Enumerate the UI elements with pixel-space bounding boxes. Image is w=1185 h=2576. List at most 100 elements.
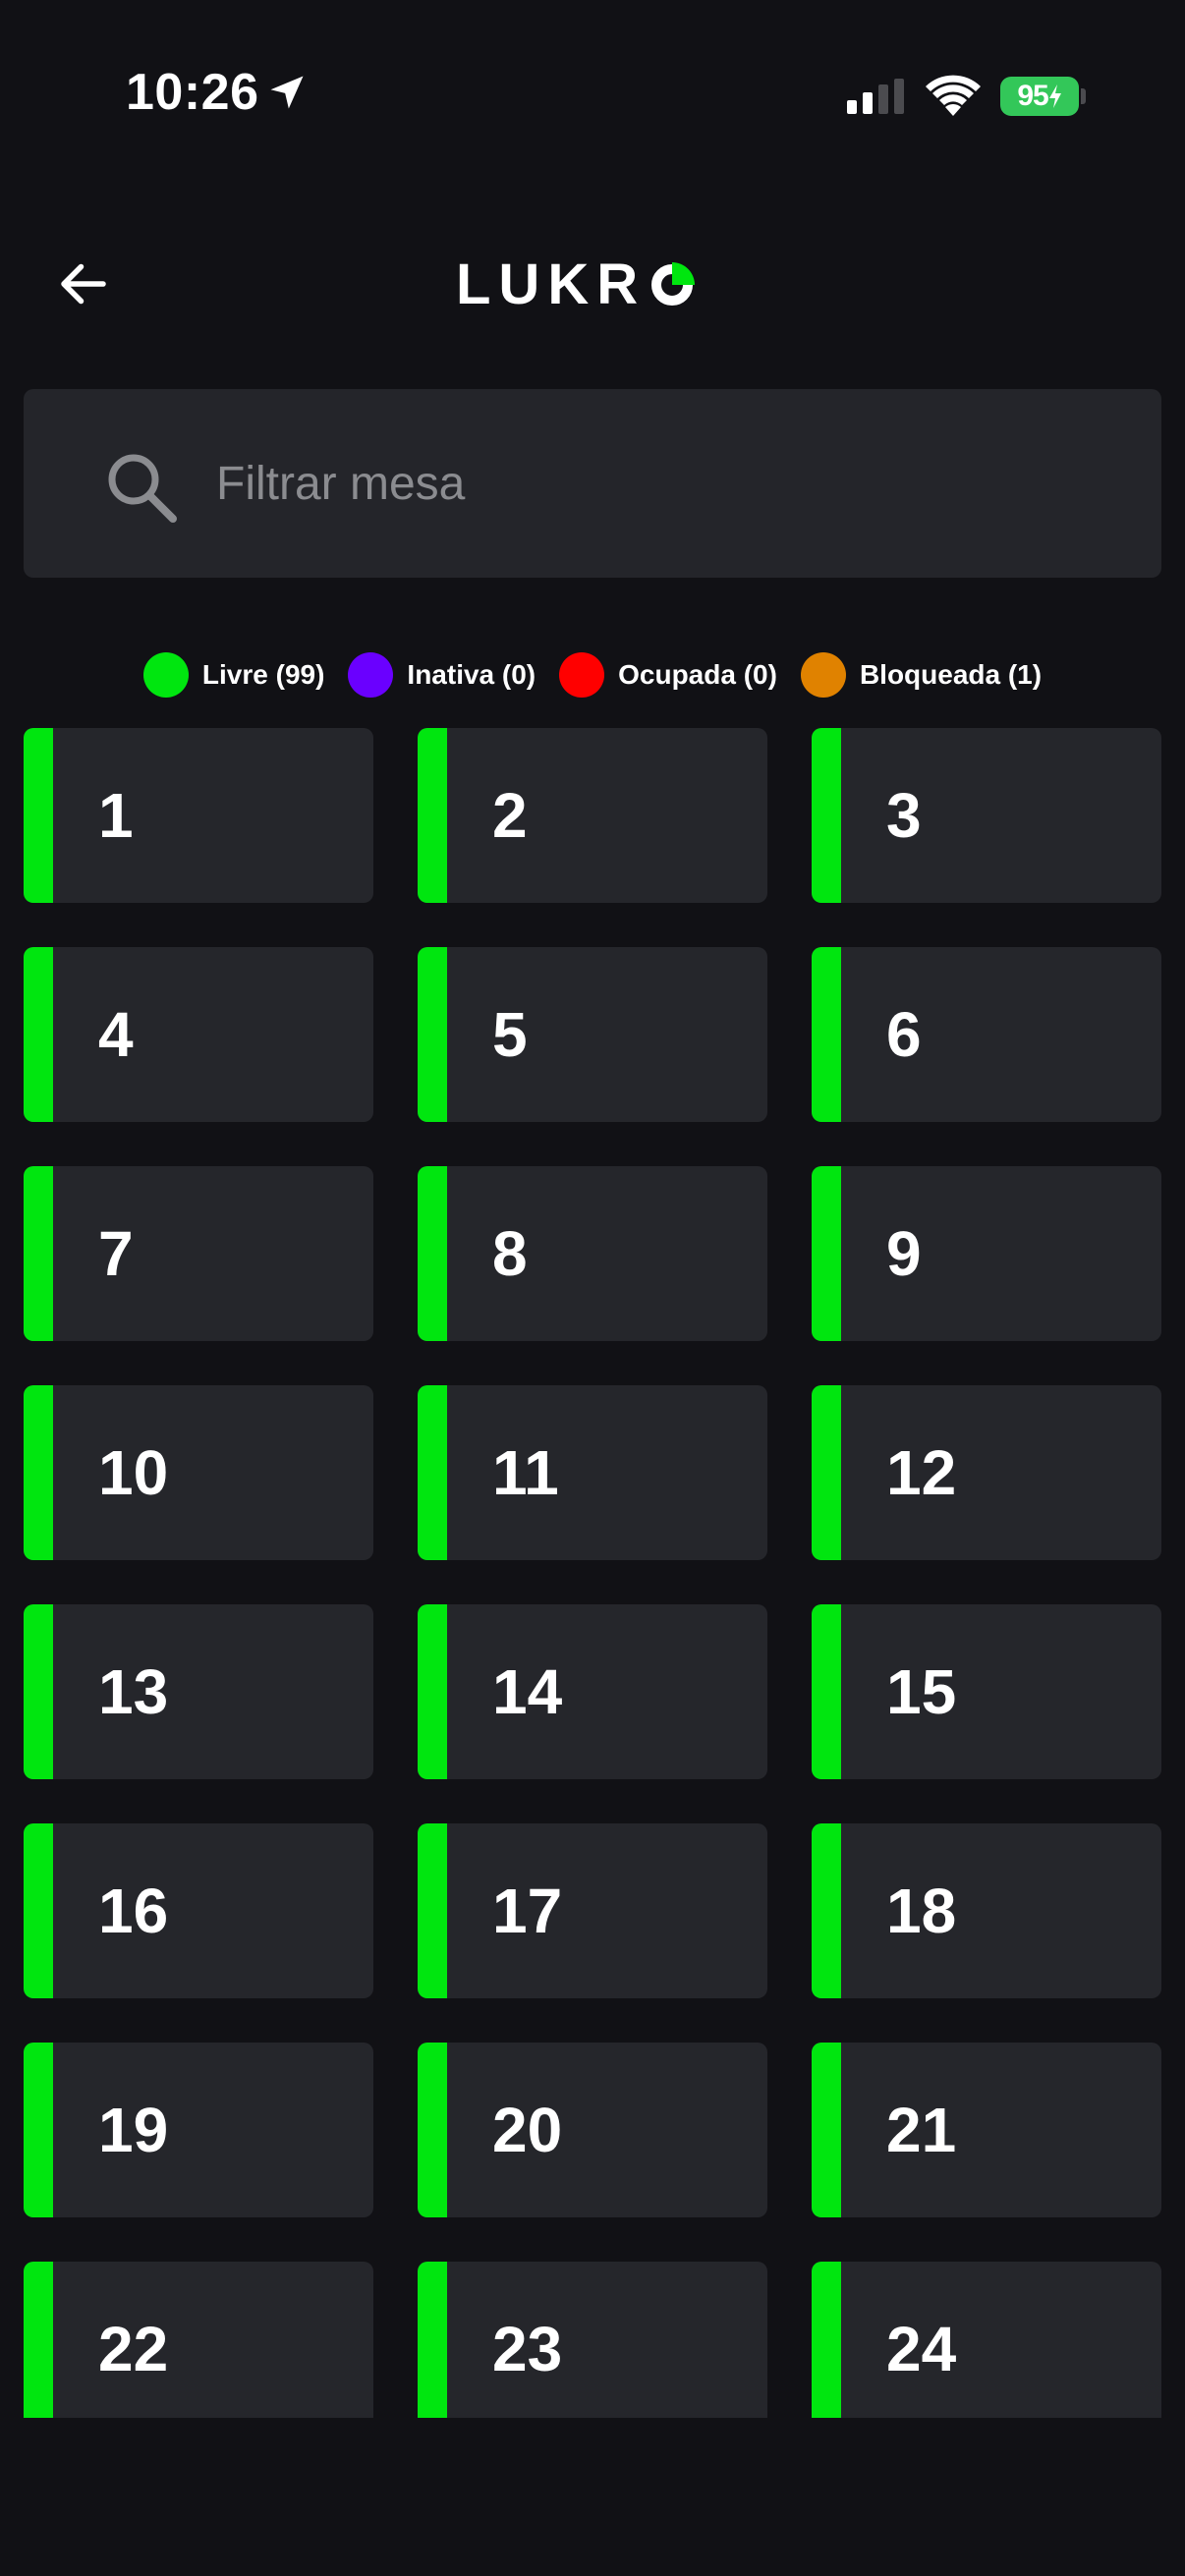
charging-bolt-icon bbox=[1048, 84, 1061, 108]
status-legend: Livre (99) Inativa (0) Ocupada (0) Bloqu… bbox=[0, 650, 1185, 700]
legend-item-inativa: Inativa (0) bbox=[348, 652, 536, 698]
status-indicator bbox=[812, 1823, 841, 1998]
status-indicator bbox=[24, 728, 53, 903]
table-number: 13 bbox=[98, 1656, 169, 1727]
status-indicator bbox=[24, 1823, 53, 1998]
table-card[interactable]: 2 bbox=[418, 728, 767, 903]
status-dot-ocupada bbox=[559, 652, 605, 698]
legend-label: Livre (99) bbox=[201, 659, 325, 690]
table-number: 4 bbox=[98, 999, 134, 1070]
location-arrow-icon bbox=[270, 76, 304, 109]
table-card[interactable]: 7 bbox=[24, 1166, 373, 1341]
table-card[interactable]: 15 bbox=[812, 1604, 1161, 1779]
status-indicator bbox=[812, 947, 841, 1122]
battery-cap bbox=[1081, 88, 1086, 104]
status-indicator bbox=[24, 1385, 53, 1560]
table-card[interactable]: 3 bbox=[812, 728, 1161, 903]
table-card[interactable]: 6 bbox=[812, 947, 1161, 1122]
status-indicator bbox=[24, 2043, 53, 2217]
status-indicator bbox=[812, 2043, 841, 2217]
table-number: 15 bbox=[886, 1656, 957, 1727]
table-number: 21 bbox=[886, 2095, 957, 2165]
table-number: 9 bbox=[886, 1218, 922, 1289]
table-number: 2 bbox=[492, 780, 528, 851]
back-button[interactable] bbox=[51, 252, 116, 316]
table-card[interactable]: 8 bbox=[418, 1166, 767, 1341]
battery-level: 95 bbox=[1017, 80, 1048, 112]
table-card[interactable]: 5 bbox=[418, 947, 767, 1122]
table-number: 11 bbox=[492, 1437, 559, 1508]
table-card[interactable]: 11 bbox=[418, 1385, 767, 1560]
search-bar[interactable] bbox=[24, 389, 1161, 578]
table-number: 1 bbox=[98, 780, 134, 851]
search-input[interactable] bbox=[216, 389, 1100, 578]
logo-ring-icon bbox=[651, 262, 696, 306]
status-indicator bbox=[24, 1166, 53, 1341]
status-dot-inativa bbox=[348, 652, 394, 698]
status-indicator bbox=[812, 728, 841, 903]
status-time: 10:26 bbox=[126, 64, 259, 121]
legend-item-ocupada: Ocupada (0) bbox=[559, 652, 777, 698]
status-indicator bbox=[418, 2043, 447, 2217]
arrow-left-icon bbox=[61, 263, 106, 305]
table-number: 14 bbox=[492, 1656, 563, 1727]
table-number: 16 bbox=[98, 1876, 169, 1946]
status-indicator bbox=[24, 947, 53, 1122]
status-indicator bbox=[24, 1604, 53, 1779]
table-card[interactable]: 12 bbox=[812, 1385, 1161, 1560]
logo-text: LUKR bbox=[456, 252, 647, 316]
status-indicator bbox=[418, 1166, 447, 1341]
table-card[interactable]: 20 bbox=[418, 2043, 767, 2217]
status-dot-livre bbox=[142, 652, 189, 698]
table-number: 8 bbox=[492, 1218, 528, 1289]
status-indicator bbox=[418, 1823, 447, 1998]
status-indicator bbox=[418, 1604, 447, 1779]
battery-indicator: 95 bbox=[1000, 77, 1079, 116]
table-number: 7 bbox=[98, 1218, 134, 1289]
table-card[interactable]: 13 bbox=[24, 1604, 373, 1779]
table-number: 10 bbox=[98, 1437, 169, 1508]
table-card[interactable]: 14 bbox=[418, 1604, 767, 1779]
table-card[interactable]: 24 bbox=[812, 2262, 1161, 2418]
table-number: 5 bbox=[492, 999, 528, 1070]
table-number: 19 bbox=[98, 2095, 169, 2165]
status-indicator bbox=[418, 728, 447, 903]
table-number: 20 bbox=[492, 2095, 563, 2165]
table-card[interactable]: 4 bbox=[24, 947, 373, 1122]
table-card[interactable]: 18 bbox=[812, 1823, 1161, 1998]
lukro-logo: LUKR bbox=[456, 252, 696, 316]
table-number: 12 bbox=[886, 1437, 957, 1508]
table-card[interactable]: 9 bbox=[812, 1166, 1161, 1341]
legend-label: Inativa (0) bbox=[407, 659, 536, 690]
table-card[interactable]: 16 bbox=[24, 1823, 373, 1998]
table-card[interactable]: 10 bbox=[24, 1385, 373, 1560]
table-number: 23 bbox=[492, 2314, 563, 2384]
status-indicator bbox=[812, 2262, 841, 2418]
legend-label: Ocupada (0) bbox=[618, 659, 777, 690]
legend-label: Bloqueada (1) bbox=[859, 659, 1043, 690]
table-number: 3 bbox=[886, 780, 922, 851]
table-card[interactable]: 21 bbox=[812, 2043, 1161, 2217]
table-grid: 1 2 3 4 5 6 7 8 9 10 11 12 13 14 15 16 1… bbox=[24, 728, 1161, 2418]
table-card[interactable]: 23 bbox=[418, 2262, 767, 2418]
table-card[interactable]: 19 bbox=[24, 2043, 373, 2217]
status-indicator bbox=[812, 1604, 841, 1779]
status-bar: 10:26 95 bbox=[0, 0, 1185, 196]
table-number: 6 bbox=[886, 999, 922, 1070]
table-number: 24 bbox=[886, 2314, 957, 2384]
status-indicator bbox=[24, 2262, 53, 2418]
status-indicator bbox=[418, 1385, 447, 1560]
search-icon bbox=[108, 454, 177, 523]
wifi-icon bbox=[926, 75, 981, 116]
status-indicator bbox=[812, 1166, 841, 1341]
table-number: 18 bbox=[886, 1876, 957, 1946]
table-number: 17 bbox=[492, 1876, 563, 1946]
table-card[interactable]: 22 bbox=[24, 2262, 373, 2418]
legend-item-bloqueada: Bloqueada (1) bbox=[800, 652, 1043, 698]
cellular-signal-icon bbox=[847, 79, 904, 114]
table-card[interactable]: 17 bbox=[418, 1823, 767, 1998]
status-indicator bbox=[418, 947, 447, 1122]
status-dot-bloqueada bbox=[800, 652, 846, 698]
table-card[interactable]: 1 bbox=[24, 728, 373, 903]
legend-item-livre: Livre (99) bbox=[142, 652, 325, 698]
